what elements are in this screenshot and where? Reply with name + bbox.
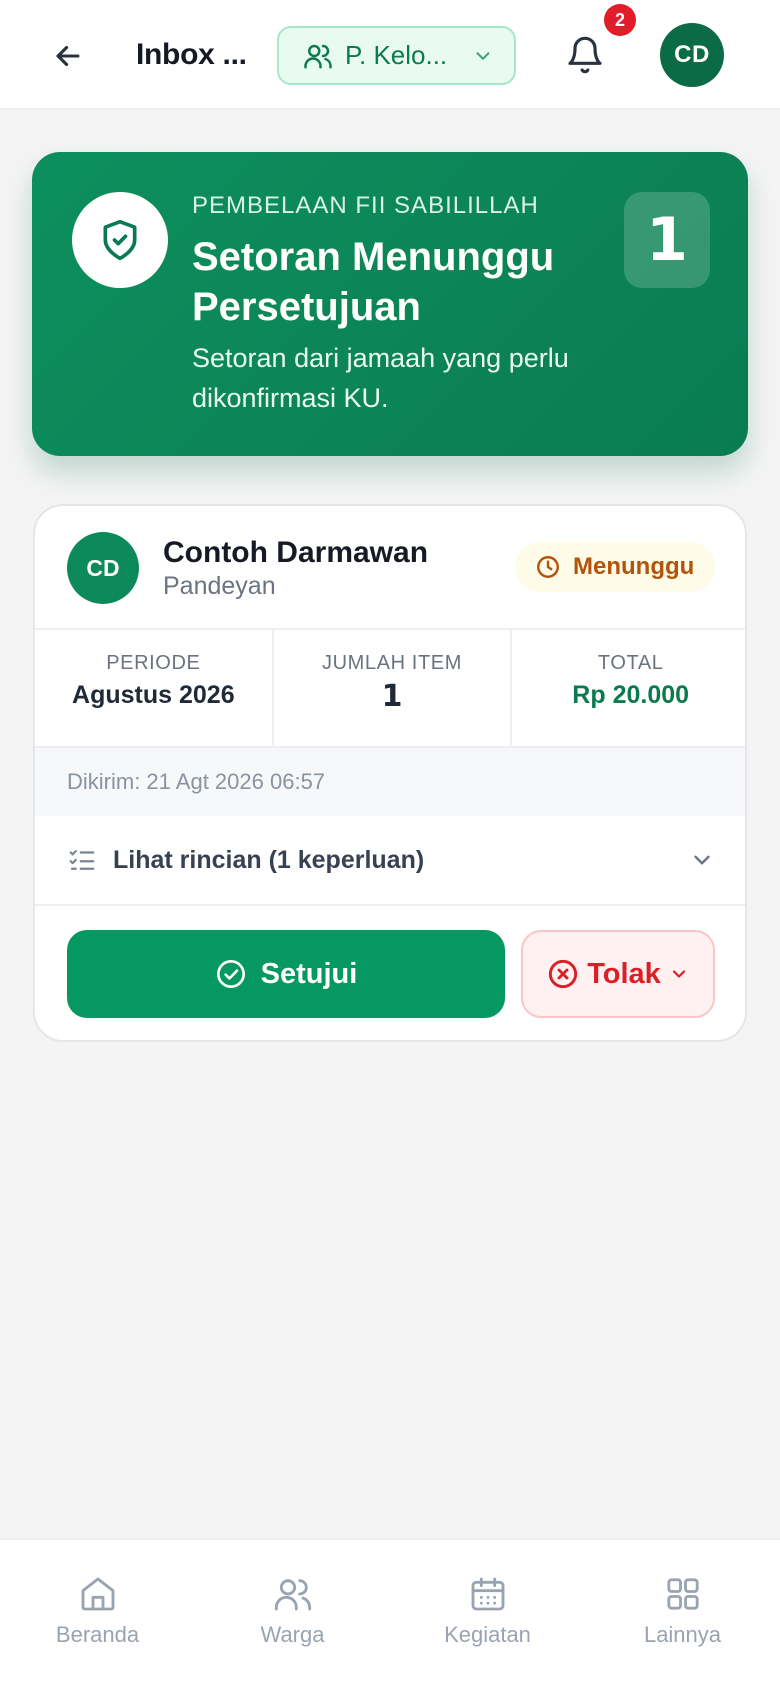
- nav-label: Beranda: [55, 1622, 140, 1647]
- notifications-button[interactable]: [562, 32, 608, 78]
- nav-item-beranda[interactable]: Beranda: [0, 1540, 195, 1688]
- stat-period-value: Agustus 2026: [72, 681, 235, 709]
- chevron-down-icon: [672, 970, 685, 978]
- notification-count-badge: 2: [604, 4, 636, 36]
- approve-button[interactable]: Setujui: [67, 930, 505, 1018]
- member-avatar: CD: [67, 532, 139, 604]
- stat-items: JUMLAH ITEM 1: [274, 630, 513, 746]
- stat-total-label: TOTAL: [597, 652, 664, 674]
- group-selector-label: P. Kelo...: [345, 40, 448, 70]
- users-icon: [274, 1579, 311, 1611]
- approve-button-label: Setujui: [260, 957, 358, 990]
- sent-timestamp-row: Dikirim: 21 Agt 2026 06:57: [35, 748, 745, 816]
- nav-label: Kegiatan: [444, 1622, 531, 1647]
- arrow-left-icon: [56, 45, 80, 67]
- list-check-icon: [69, 850, 95, 870]
- calendar-icon: [471, 1577, 504, 1611]
- x-circle-icon: [549, 959, 578, 989]
- user-avatar[interactable]: CD: [660, 23, 724, 87]
- stat-items-label: JUMLAH ITEM: [322, 652, 462, 674]
- stat-items-value: 1: [381, 679, 403, 714]
- reject-button-label: Tolak: [587, 957, 661, 990]
- reject-button[interactable]: Tolak: [521, 930, 715, 1018]
- member-area: Pandeyan: [163, 572, 276, 600]
- nav-label: Warga: [260, 1622, 325, 1647]
- details-toggle-label: Lihat rincian (1 keperluan): [113, 845, 425, 874]
- hero-title: Setoran Menunggu Persetujuan: [192, 235, 555, 329]
- chevron-down-icon: [476, 51, 490, 60]
- hero-description: Setoran dari jamaah yang perlu dikonfirm…: [192, 343, 569, 413]
- shield-check-icon: [103, 219, 137, 261]
- bell-icon: [568, 36, 602, 74]
- stat-total-value: Rp 20.000: [572, 681, 690, 709]
- nav-item-lainnya[interactable]: Lainnya: [585, 1540, 780, 1688]
- deposit-stats: PERIODE Agustus 2026 JUMLAH ITEM 1 TOTAL…: [35, 628, 745, 748]
- group-selector[interactable]: P. Kelo...: [277, 26, 516, 85]
- app-header: Inbox ... P. Kelo... 2 CD: [0, 0, 780, 110]
- nav-item-kegiatan[interactable]: Kegiatan: [390, 1540, 585, 1688]
- deposit-card: CD Contoh Darmawan Pandeyan Menunggu PER…: [33, 504, 747, 1042]
- bottom-navigation: Beranda Warga Kegiatan Lainnya: [0, 1538, 780, 1688]
- clock-icon: [537, 556, 559, 578]
- pending-deposits-banner: PEMBELAAN FII SABILILLAH Setoran Menungg…: [32, 152, 748, 456]
- nav-item-warga[interactable]: Warga: [195, 1540, 390, 1688]
- home-icon: [81, 1577, 114, 1611]
- stat-period-label: PERIODE: [106, 652, 201, 674]
- hero-kicker: PEMBELAAN FII SABILILLAH: [192, 192, 539, 219]
- grid-icon: [666, 1578, 699, 1610]
- chevron-down-icon: [694, 855, 710, 865]
- page-title: Inbox ...: [136, 38, 247, 71]
- stat-period: PERIODE Agustus 2026: [35, 630, 274, 746]
- nav-label: Lainnya: [643, 1622, 722, 1647]
- users-icon: [304, 44, 332, 68]
- stat-total: TOTAL Rp 20.000: [512, 630, 745, 746]
- status-badge: Menunggu: [515, 542, 715, 592]
- hero-icon-circle: [72, 192, 168, 288]
- member-name: Contoh Darmawan: [163, 536, 429, 569]
- status-label: Menunggu: [573, 553, 695, 580]
- back-button[interactable]: [46, 34, 90, 78]
- check-circle-icon: [216, 960, 245, 988]
- sent-timestamp: Dikirim: 21 Agt 2026 06:57: [67, 769, 326, 794]
- pending-count: 1: [624, 192, 710, 288]
- details-toggle[interactable]: Lihat rincian (1 keperluan): [35, 816, 745, 906]
